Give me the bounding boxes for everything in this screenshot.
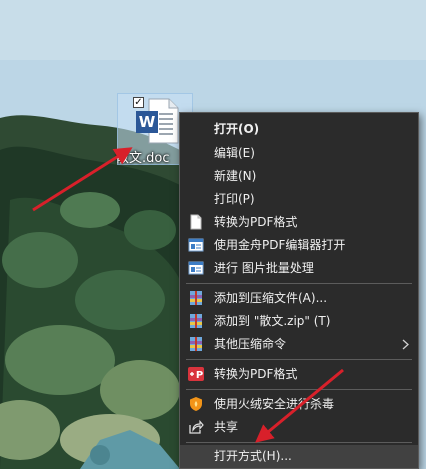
menu-item-label: 使用火绒安全进行杀毒	[214, 397, 335, 411]
menu-item-label: 打开(O)	[214, 122, 260, 136]
menu-item-batch-image[interactable]: 进行 图片批量处理	[180, 257, 418, 280]
context-menu: 打开(O) 编辑(E) 新建(N) 打印(P) 转换为PDF格式 使用金舟PDF…	[179, 112, 419, 469]
menu-item-huorong-scan[interactable]: 使用火绒安全进行杀毒	[180, 393, 418, 416]
menu-item-label: 添加到 "散文.zip" (T)	[214, 314, 331, 328]
menu-item-add-to-zip[interactable]: 添加到 "散文.zip" (T)	[180, 310, 418, 333]
menu-item-label: 其他压缩命令	[214, 337, 287, 351]
winrar-icon	[190, 337, 202, 351]
menu-item-label: 进行 图片批量处理	[214, 261, 314, 275]
menu-separator	[186, 359, 412, 360]
menu-item-add-to-archive[interactable]: 添加到压缩文件(A)...	[180, 287, 418, 310]
huorong-shield-icon	[190, 397, 202, 411]
menu-item-open[interactable]: 打开(O)	[180, 118, 418, 141]
menu-item-label: 转换为PDF格式	[214, 215, 298, 229]
pdf-badge-letter: P	[196, 370, 203, 381]
menu-item-label: 打开方式(H)...	[214, 449, 292, 463]
winrar-icon	[190, 291, 202, 305]
menu-item-label: 共享	[214, 420, 239, 434]
menu-item-share[interactable]: 共享	[180, 416, 418, 439]
menu-item-convert-pdf[interactable]: 转换为PDF格式	[180, 211, 418, 234]
menu-item-edit[interactable]: 编辑(E)	[180, 142, 418, 165]
menu-item-print[interactable]: 打印(P)	[180, 188, 418, 211]
menu-item-label: 添加到压缩文件(A)...	[214, 291, 328, 305]
menu-separator	[186, 283, 412, 284]
menu-item-label: 转换为PDF格式	[214, 367, 298, 381]
menu-item-label: 编辑(E)	[214, 146, 255, 160]
menu-item-other-compress[interactable]: 其他压缩命令	[180, 333, 418, 356]
winrar-icon	[190, 314, 202, 328]
pdf-editor-icon	[188, 238, 204, 252]
menu-item-new[interactable]: 新建(N)	[180, 165, 418, 188]
menu-item-open-with-pdf-editor[interactable]: 使用金舟PDF编辑器打开	[180, 234, 418, 257]
pdf-convert-icon: P	[188, 367, 204, 381]
menu-item-label: 使用金舟PDF编辑器打开	[214, 238, 346, 252]
menu-separator	[186, 442, 412, 443]
word-document-icon: W	[136, 98, 179, 144]
menu-item-label: 打印(P)	[214, 192, 255, 206]
document-icon	[190, 214, 202, 230]
chevron-right-icon	[402, 339, 409, 350]
share-icon	[189, 419, 204, 434]
menu-item-open-with[interactable]: 打开方式(H)...	[180, 445, 418, 468]
menu-item-convert-pdf-2[interactable]: P 转换为PDF格式	[180, 363, 418, 386]
image-batch-icon	[188, 261, 204, 275]
word-icon-letter: W	[139, 113, 156, 131]
menu-separator	[186, 389, 412, 390]
menu-item-label: 新建(N)	[214, 169, 257, 183]
